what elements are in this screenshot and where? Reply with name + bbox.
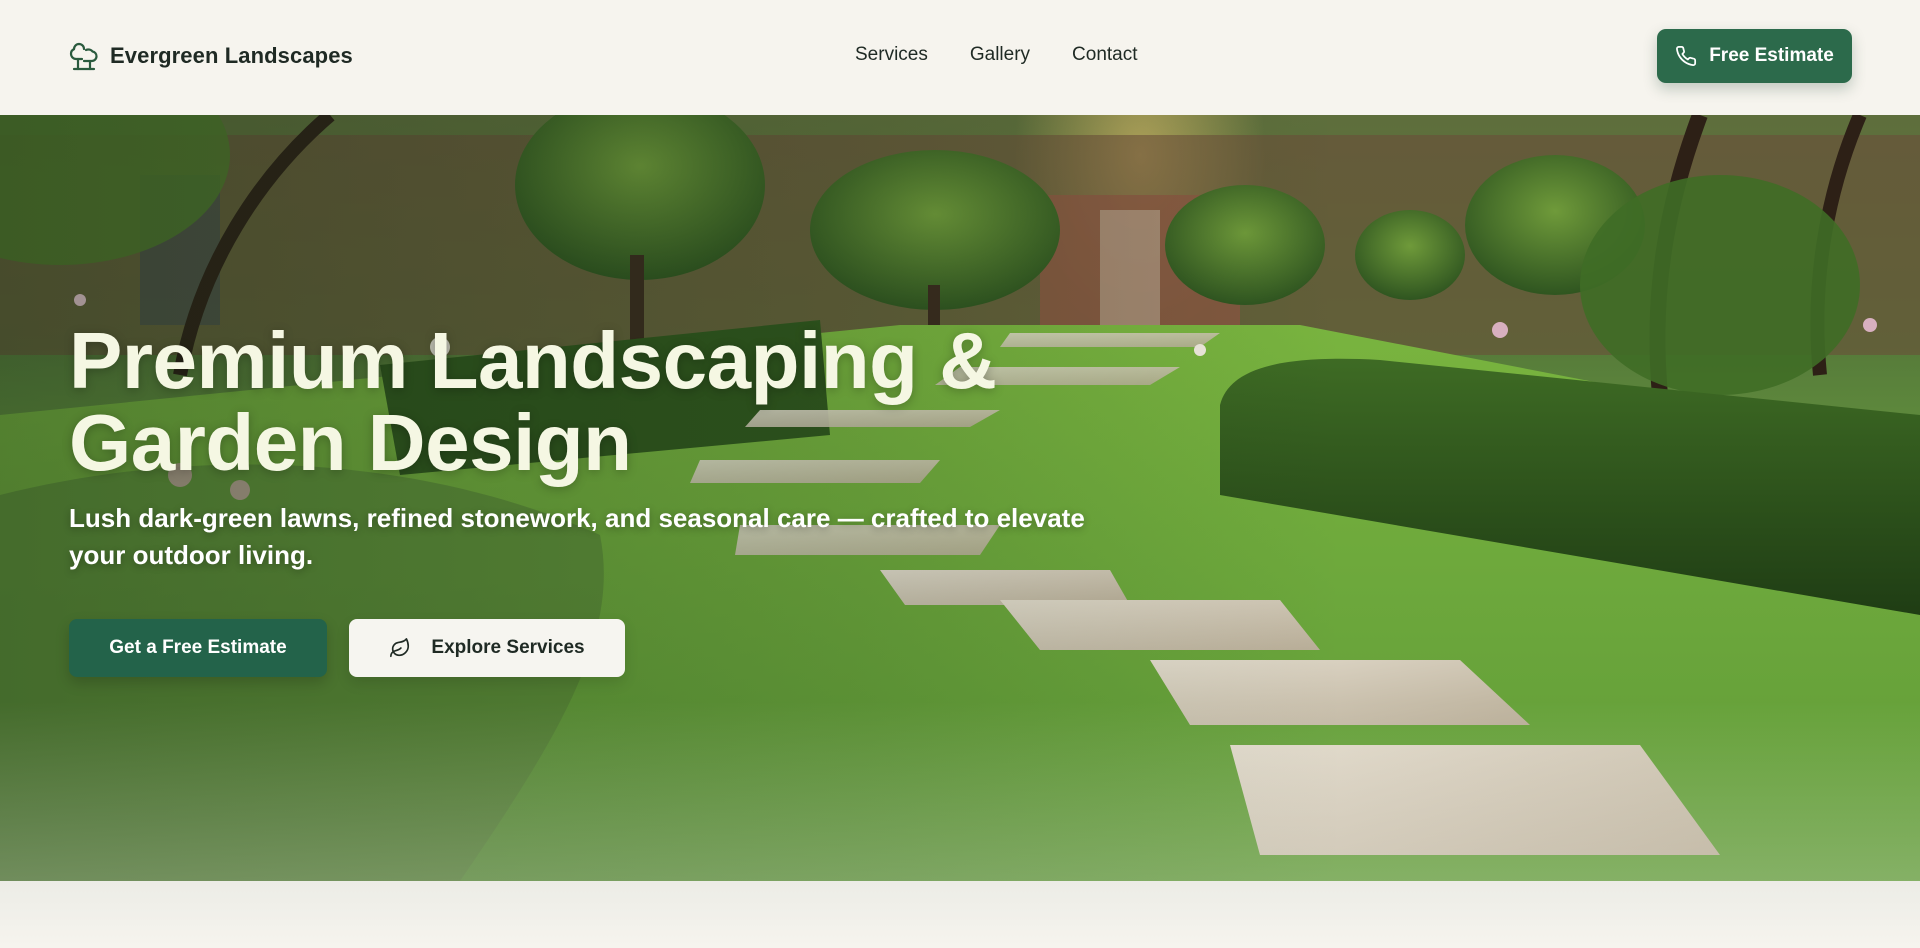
hero-bottom-fade <box>0 701 1920 881</box>
get-free-estimate-button[interactable]: Get a Free Estimate <box>69 619 327 677</box>
brand[interactable]: Evergreen Landscapes <box>69 40 353 72</box>
nav-services[interactable]: Services <box>855 44 928 66</box>
site-header: Evergreen Landscapes Services Gallery Co… <box>0 0 1920 115</box>
free-estimate-button[interactable]: Free Estimate <box>1657 29 1852 83</box>
hero-subtitle: Lush dark-green lawns, refined stonework… <box>69 503 1085 570</box>
hero-section: Premium Landscaping & Garden Design Lush… <box>0 115 1920 881</box>
hero-title: Premium Landscaping & Garden Design <box>69 316 997 487</box>
nav-gallery[interactable]: Gallery <box>970 44 1030 66</box>
nav-contact[interactable]: Contact <box>1072 44 1137 66</box>
phone-icon <box>1676 45 1697 66</box>
explore-services-button[interactable]: Explore Services <box>349 619 625 677</box>
brand-name: Evergreen Landscapes <box>110 43 353 68</box>
next-section-strip <box>0 881 1920 948</box>
main-nav: Services Gallery Contact <box>855 44 1138 66</box>
explore-services-label: Explore Services <box>431 637 585 658</box>
free-estimate-label: Free Estimate <box>1709 45 1834 66</box>
get-free-estimate-label: Get a Free Estimate <box>109 637 287 658</box>
leaf-icon <box>390 638 410 658</box>
tree-icon <box>69 42 98 71</box>
